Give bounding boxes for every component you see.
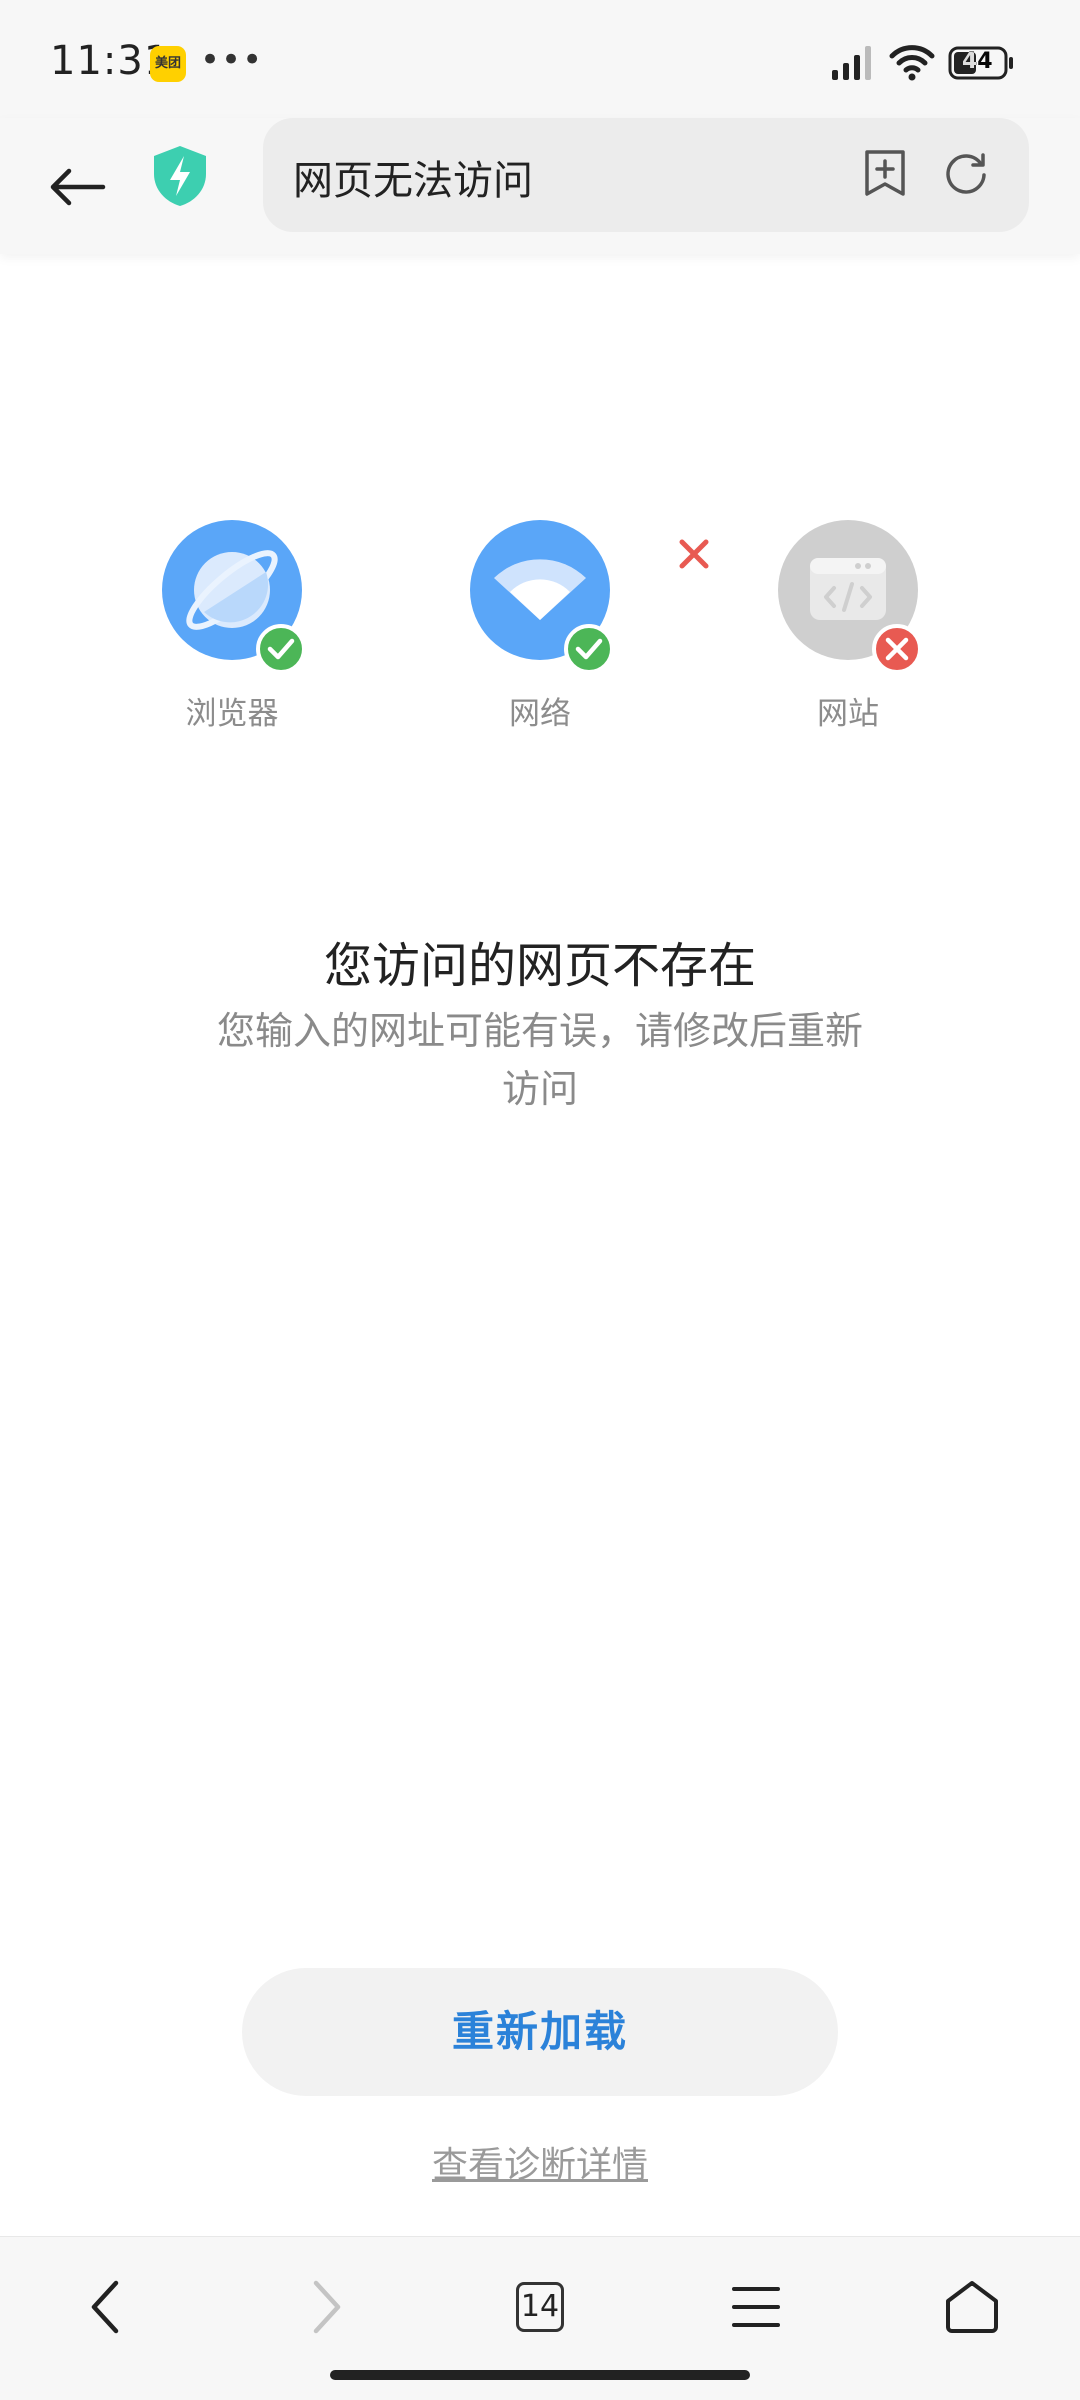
diagnostic-website-label: 网站 xyxy=(817,696,879,732)
back-button[interactable] xyxy=(44,154,110,220)
menu-button[interactable] xyxy=(716,2267,796,2347)
connection-failed-icon xyxy=(679,539,709,569)
diagnostic-browser-label: 浏览器 xyxy=(185,696,279,732)
meituan-notification-icon: 美团 xyxy=(150,46,186,82)
home-button[interactable] xyxy=(932,2267,1012,2347)
more-notifications-icon: ••• xyxy=(200,40,264,80)
view-diagnosis-link[interactable]: 查看诊断详情 xyxy=(0,2136,1080,2188)
diagnostic-browser: 浏览器 xyxy=(140,520,310,740)
battery-indicator: 44 xyxy=(948,46,1014,84)
home-icon xyxy=(946,2281,998,2333)
add-bookmark-button[interactable] xyxy=(863,148,913,202)
signal-icon xyxy=(832,46,871,80)
add-bookmark-icon xyxy=(865,150,905,196)
check-badge-icon xyxy=(256,624,306,674)
security-shield-button[interactable] xyxy=(150,144,210,216)
chevron-right-icon xyxy=(313,2280,341,2334)
reload-button[interactable] xyxy=(943,150,993,200)
battery-level: 44 xyxy=(962,49,993,74)
security-shield-icon xyxy=(154,146,206,206)
address-bar[interactable]: 网页无法访问 xyxy=(263,118,1029,232)
check-badge-icon xyxy=(564,624,614,674)
status-bar: 11:31 美团 ••• 44 xyxy=(0,0,1080,118)
nav-forward-button[interactable] xyxy=(286,2267,366,2347)
tabs-button[interactable]: 14 xyxy=(500,2267,580,2347)
error-description: 您输入的网址可能有误，请修改后重新访问 xyxy=(216,1009,863,1111)
page-title: 网页无法访问 xyxy=(293,158,533,204)
home-indicator xyxy=(330,2370,750,2380)
diagnostic-website: 网站 xyxy=(756,520,926,740)
chevron-left-icon xyxy=(91,2280,119,2334)
error-badge-icon xyxy=(872,624,922,674)
arrow-left-icon xyxy=(50,168,106,206)
diagnostic-network: 网络 xyxy=(448,520,618,740)
browser-toolbar: 网页无法访问 xyxy=(0,118,1080,254)
error-title: 您访问的网页不存在 xyxy=(323,938,756,994)
tab-count: 14 xyxy=(516,2282,564,2332)
browser-error-page: 11:31 美团 ••• 44 网页无法访问 浏览器 网络 网站 您访问的网页不… xyxy=(0,0,1080,2400)
reload-icon xyxy=(946,153,986,194)
nav-back-button[interactable] xyxy=(66,2267,146,2347)
wifi-icon xyxy=(889,45,935,81)
menu-icon xyxy=(732,2287,780,2327)
reload-page-button[interactable]: 重新加载 xyxy=(242,1968,838,2096)
diagnostic-network-label: 网络 xyxy=(509,696,571,732)
